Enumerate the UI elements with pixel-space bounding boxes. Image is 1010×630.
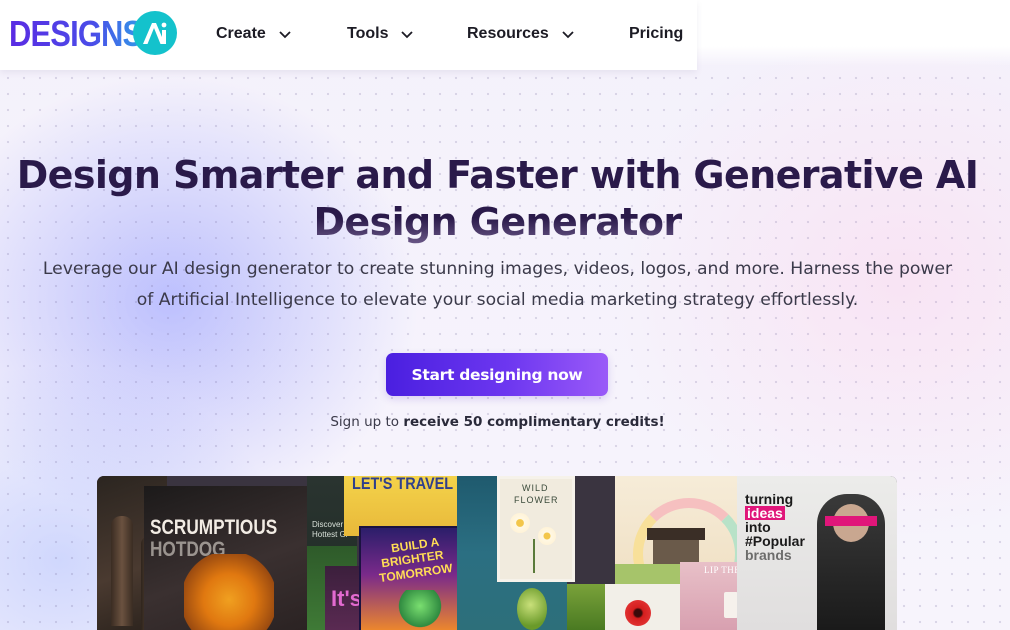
hero-subtitle-line1: Leverage our AI design generator to crea… <box>42 259 953 279</box>
brands-text: brands <box>745 547 792 563</box>
logo-wordmark: DESIGNS. <box>9 13 151 54</box>
scrumptious-text: SCRUMPTIOUS <box>150 516 278 539</box>
roof-shape <box>647 528 705 540</box>
hero-title-line1: Design Smarter and Faster with Generativ… <box>16 153 979 197</box>
chevron-down-icon <box>401 31 414 39</box>
ideas-text: ideas <box>745 505 785 521</box>
into-text: into <box>745 519 771 535</box>
signup-note: Sign up to receive 50 complimentary cred… <box>0 414 995 430</box>
scrumptious-tile: SCRUMPTIOUS HOTDOG <box>144 486 319 630</box>
navbar: DESIGNS. Create Tools Resources Pricing <box>0 0 697 70</box>
nav-create[interactable]: Create <box>216 22 292 46</box>
chevron-down-icon <box>279 31 291 39</box>
flower-shape <box>184 554 274 630</box>
daisy-shape <box>510 513 530 533</box>
avocado-shape <box>517 588 547 630</box>
daisy-shape <box>538 527 556 545</box>
tree-shape <box>395 590 445 630</box>
house-shape <box>653 538 699 564</box>
hero-title: Design Smarter and Faster with Generativ… <box>0 152 995 246</box>
start-designing-button[interactable]: Start designing now <box>386 353 608 396</box>
logo-ai-badge <box>133 11 177 55</box>
hero-subtitle-line2: of Artificial Intelligence to elevate yo… <box>136 290 859 310</box>
navbar-fade <box>697 0 1010 66</box>
flower-text: FLOWER <box>514 495 559 505</box>
turning-text: turning <box>745 491 794 507</box>
lipbalm-shape <box>724 592 738 618</box>
design-collage: SCRUMPTIOUS HOTDOG Discover th Hottest G… <box>97 476 897 630</box>
pink-band-shape <box>825 516 877 526</box>
nav-create-label: Create <box>216 25 266 42</box>
nav-resources[interactable]: Resources <box>467 22 575 46</box>
chevron-down-icon <box>562 31 574 39</box>
nav-tools[interactable]: Tools <box>347 22 414 46</box>
nav-resources-label: Resources <box>467 25 549 42</box>
signup-credits: receive 50 complimentary credits! <box>403 414 665 430</box>
hottest-text: Hottest Gr <box>312 530 349 539</box>
popular-text: #Popular <box>745 533 805 549</box>
bottle-shape <box>111 516 133 626</box>
stem-shape <box>533 539 535 573</box>
its-text: It's <box>331 586 362 611</box>
nav-tools-label: Tools <box>347 25 389 42</box>
hero-title-line2: Design Generator <box>313 200 682 244</box>
nav-pricing[interactable]: Pricing <box>629 22 683 46</box>
poppy-tile <box>605 584 681 630</box>
popular-brands-tile: turning ideas into #Popular brands <box>737 476 897 630</box>
poppy-shape <box>625 600 651 626</box>
wild-text: WILD <box>522 483 549 493</box>
signup-prefix: Sign up to <box>330 414 404 430</box>
logo[interactable]: DESIGNS. <box>9 11 177 57</box>
wild-flower-tile: WILD FLOWER <box>497 476 575 582</box>
ai-badge-icon <box>143 22 167 44</box>
lets-travel-text: LET'S TRAVEL <box>352 476 454 493</box>
hero-subtitle: Leverage our AI design generator to crea… <box>0 254 995 316</box>
nav-pricing-label: Pricing <box>629 25 684 42</box>
